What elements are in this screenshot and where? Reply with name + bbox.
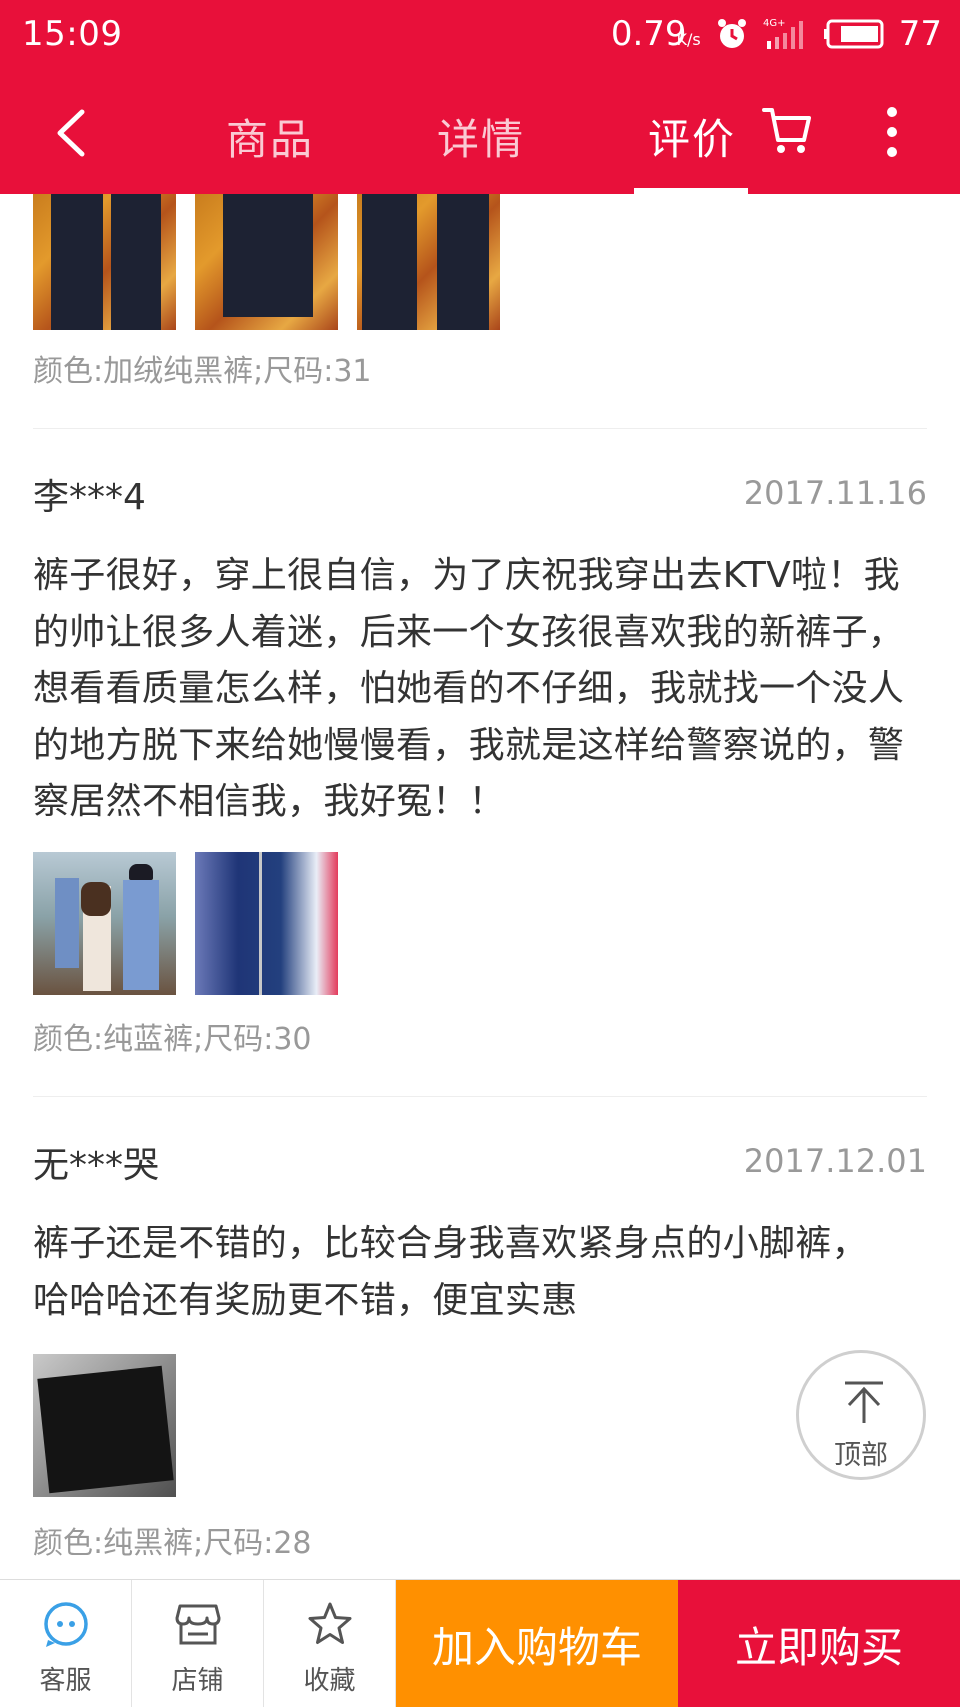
review-images: [33, 852, 338, 995]
review-divider: [33, 1096, 927, 1097]
review-image[interactable]: [195, 852, 338, 995]
favorite-button[interactable]: 收藏: [264, 1580, 396, 1707]
shop-label: 店铺: [171, 1666, 224, 1696]
review-image[interactable]: [357, 194, 500, 330]
top-nav-bar: 商品 详情 评价: [0, 68, 960, 194]
back-arrow-icon[interactable]: [50, 108, 94, 158]
status-time: 15:09: [22, 14, 123, 54]
review-spec: 颜色:纯黑裤;尺码:28: [33, 1526, 312, 1561]
shop-button[interactable]: 店铺: [132, 1580, 264, 1707]
reviewer-name: 李***4: [33, 477, 146, 518]
review-images: [33, 1354, 176, 1497]
net-speed-unit: K/s: [676, 30, 701, 49]
alarm-icon: [717, 19, 746, 48]
review-images: [33, 194, 500, 330]
status-bar: 15:09 0.79K/s 4G+ 77: [0, 0, 960, 68]
signal-icon: 4G+: [763, 18, 803, 49]
review-image[interactable]: [33, 852, 176, 995]
battery-level: 77: [898, 14, 942, 54]
arrow-up-icon: [845, 1381, 883, 1423]
bottom-action-bar: 客服 店铺 收藏 加入购物车 立即购买: [0, 1579, 960, 1707]
review-divider: [33, 428, 927, 429]
review-image[interactable]: [33, 194, 176, 330]
network-type: 4G+: [763, 18, 786, 29]
status-right: 0.79K/s 4G+ 77: [611, 14, 942, 54]
review-spec: 颜色:纯蓝裤;尺码:30: [33, 1022, 312, 1057]
review-date: 2017.11.16: [743, 474, 927, 512]
tab-reviews[interactable]: 评价: [648, 106, 736, 167]
customer-service-label: 客服: [39, 1666, 92, 1696]
tab-details[interactable]: 详情: [437, 106, 525, 167]
battery-icon: [823, 19, 884, 49]
review-image[interactable]: [195, 194, 338, 330]
back-to-top-button[interactable]: 顶部: [796, 1350, 926, 1480]
review-spec: 颜色:加绒纯黑裤;尺码:31: [33, 354, 372, 389]
shop-icon: [175, 1604, 220, 1645]
review-text: 裤子很好，穿上很自信，为了庆祝我穿出去KTV啦！我的帅让很多人着迷，后来一个女孩…: [33, 555, 905, 822]
star-icon: [308, 1602, 351, 1644]
review-date: 2017.12.01: [743, 1142, 927, 1180]
reviewer-name: 无***哭: [33, 1145, 160, 1186]
net-speed: 0.79K/s: [610, 14, 701, 54]
cart-icon[interactable]: [762, 104, 812, 156]
back-to-top-label: 顶部: [834, 1440, 888, 1471]
tab-goods[interactable]: 商品: [226, 106, 314, 167]
buy-now-button[interactable]: 立即购买: [678, 1580, 960, 1707]
add-to-cart-button[interactable]: 加入购物车: [396, 1580, 678, 1707]
more-vertical-icon[interactable]: [880, 104, 904, 160]
favorite-label: 收藏: [303, 1666, 356, 1696]
review-image[interactable]: [33, 1354, 176, 1497]
customer-service-icon: [43, 1602, 88, 1647]
customer-service-button[interactable]: 客服: [0, 1580, 132, 1707]
review-text: 裤子还是不错的，比较合身我喜欢紧身点的小脚裤，哈哈哈还有奖励更不错，便宜实惠: [33, 1223, 868, 1321]
